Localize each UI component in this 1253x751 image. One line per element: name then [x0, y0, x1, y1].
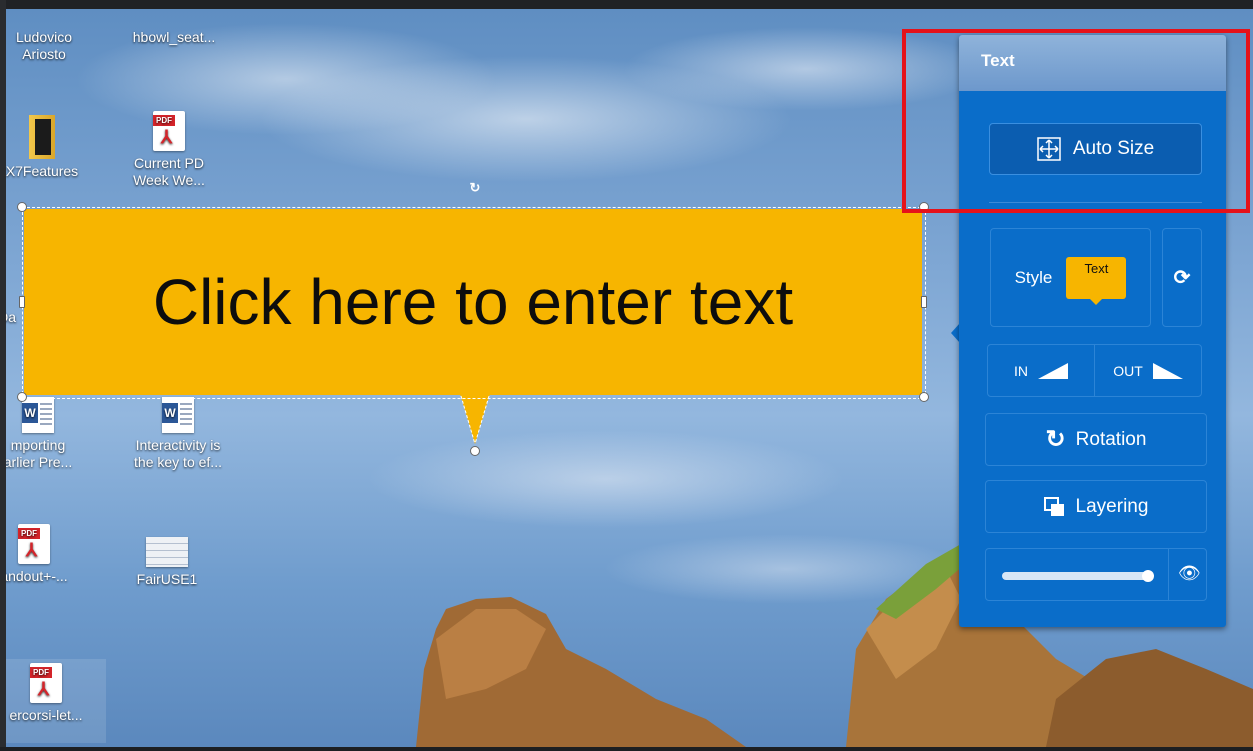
desktop-icon-hbowl[interactable]: hbowl_seat...	[124, 29, 224, 46]
style-label: Style	[1014, 267, 1053, 287]
icon-label: hbowl_seat...	[132, 29, 216, 45]
acrobat-swirl: ⅄	[26, 540, 37, 560]
icon-label: arlier Pre...	[6, 454, 73, 470]
desktop-icon-ludovico[interactable]: Ludovico Ariosto	[6, 29, 94, 63]
rotate-handle-icon[interactable]: ↻	[468, 181, 482, 195]
icon-label: the key to ef...	[134, 454, 222, 470]
word-icon: W	[22, 397, 54, 433]
left-edge	[0, 0, 6, 751]
resize-handle-right[interactable]	[921, 296, 927, 308]
icon-label: Ludovico	[15, 29, 73, 45]
pdf-tag: PDF	[18, 528, 40, 539]
desktop-icon-percorsi[interactable]: PDF ⅄ ercorsi-let...	[6, 659, 106, 743]
icon-label: Ariosto	[22, 46, 66, 62]
callout-pointer	[460, 394, 490, 445]
style-preview-swatch: Text	[1066, 256, 1127, 305]
desktop-icon-partial[interactable]: Da	[6, 309, 16, 326]
icon-label: Da	[6, 309, 16, 325]
icon-label: andout+-...	[6, 568, 68, 584]
style-button[interactable]: Style Text	[990, 228, 1151, 327]
out-label: OUT	[1113, 362, 1143, 379]
pdf-icon: PDF ⅄	[30, 663, 62, 703]
desktop-icon-fairuse[interactable]: FairUSE1	[117, 537, 217, 588]
opacity-slider-thumb[interactable]	[1142, 570, 1154, 582]
resize-handle-left[interactable]	[19, 296, 25, 308]
resize-handle-top-left[interactable]	[17, 202, 27, 212]
icon-label: ercorsi-let...	[9, 707, 83, 723]
desktop-icon-importing[interactable]: W mporting arlier Pre...	[6, 397, 88, 471]
word-icon: W	[162, 397, 194, 433]
document-icon	[146, 537, 188, 567]
pdf-tag: PDF	[153, 115, 175, 126]
out-button[interactable]: OUT	[1095, 345, 1201, 396]
acrobat-swirl: ⅄	[161, 127, 172, 147]
in-button[interactable]: IN	[988, 345, 1094, 396]
icon-label: Week We...	[133, 172, 205, 188]
icon-label: X7Features	[6, 163, 79, 179]
style-refresh-button[interactable]: ⟳	[1162, 228, 1202, 327]
acrobat-swirl: ⅄	[38, 679, 49, 699]
desktop-icon-interactivity[interactable]: W Interactivity is the key to ef...	[118, 397, 238, 471]
icon-label: mporting	[10, 437, 66, 453]
bottom-bar	[0, 747, 1253, 751]
top-bar	[0, 0, 1253, 9]
ramp-down-icon	[1152, 362, 1183, 379]
ramp-up-icon	[1038, 362, 1068, 379]
pointer-handle[interactable]	[470, 446, 480, 456]
folder-icon	[29, 115, 55, 159]
icon-label: Interactivity is	[135, 437, 221, 453]
icon-label: FairUSE1	[136, 571, 198, 587]
layering-label: Layering	[1075, 495, 1149, 517]
desktop-icon-x7features[interactable]: X7Features	[6, 115, 92, 180]
desktop-icon-handout[interactable]: PDF ⅄ andout+-...	[6, 524, 84, 585]
pdf-tag: PDF	[30, 667, 52, 678]
desktop-icon-current-pd[interactable]: PDF ⅄ Current PD Week We...	[119, 111, 219, 189]
eye-icon[interactable]: 👁	[1178, 563, 1201, 584]
rotate-icon: ↻	[1045, 426, 1066, 453]
style-preview-text: Text	[1084, 260, 1109, 276]
in-out-buttons: IN OUT	[987, 344, 1202, 397]
resize-handle-bottom-left[interactable]	[17, 392, 27, 402]
icon-label: Current PD	[133, 155, 205, 171]
word-letter: W	[22, 403, 38, 423]
rotation-label: Rotation	[1075, 428, 1147, 450]
refresh-icon: ⟳	[1173, 267, 1191, 289]
layering-button[interactable]: Layering	[985, 480, 1207, 533]
selection-box	[22, 207, 926, 399]
resize-handle-bottom-right[interactable]	[919, 392, 929, 402]
pdf-icon: PDF ⅄	[18, 524, 50, 564]
layers-icon	[1043, 496, 1064, 516]
rotation-button[interactable]: ↻ Rotation	[985, 413, 1207, 466]
in-label: IN	[1014, 362, 1028, 379]
highlight-rectangle	[902, 29, 1250, 213]
pdf-icon: PDF ⅄	[153, 111, 185, 151]
opacity-control: 👁	[985, 548, 1207, 601]
opacity-slider-track[interactable]	[1002, 572, 1152, 580]
word-letter: W	[162, 403, 178, 423]
